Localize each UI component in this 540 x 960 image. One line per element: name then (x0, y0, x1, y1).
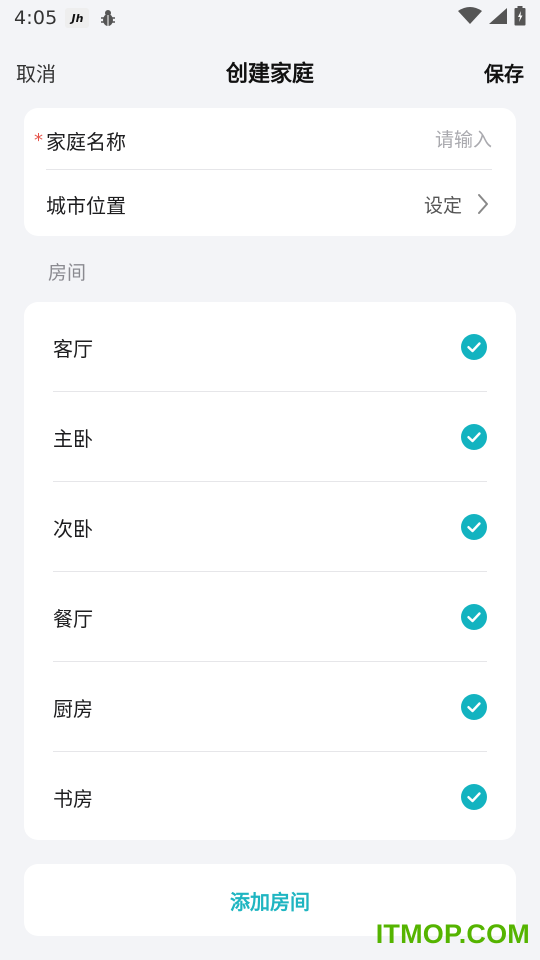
wifi-icon (458, 7, 482, 29)
watermark-logo: ITMOP.COM (375, 919, 530, 949)
checked-icon[interactable] (461, 694, 487, 720)
room-item[interactable]: 厨房 (53, 662, 487, 752)
save-button[interactable]: 保存 (484, 58, 524, 87)
room-name: 书房 (53, 786, 93, 811)
header: 取消 创建家庭 保存 (0, 44, 540, 100)
city-location-value: 设定 (423, 194, 462, 217)
city-location-row[interactable]: 城市位置 设定 (46, 172, 492, 236)
cancel-button[interactable]: 取消 (16, 58, 56, 87)
chevron-right-icon (476, 192, 492, 216)
required-mark: * (34, 129, 43, 151)
app-badge-icon: Jh (65, 8, 90, 28)
room-item[interactable]: 书房 (53, 752, 487, 842)
checked-icon[interactable] (461, 784, 487, 810)
room-name: 厨房 (53, 696, 93, 721)
checked-icon[interactable] (461, 334, 487, 360)
checked-icon[interactable] (461, 514, 487, 540)
room-name: 主卧 (53, 426, 93, 451)
room-item[interactable]: 餐厅 (53, 572, 487, 662)
room-name: 次卧 (53, 516, 93, 541)
family-name-label: 家庭名称 (46, 129, 126, 154)
battery-icon (514, 6, 526, 30)
add-room-label: 添加房间 (230, 889, 310, 914)
status-icons (458, 6, 526, 30)
room-item[interactable]: 客厅 (53, 302, 487, 392)
room-item[interactable]: 次卧 (53, 482, 487, 572)
city-location-label: 城市位置 (46, 193, 126, 218)
room-item[interactable]: 主卧 (53, 392, 487, 482)
checked-icon[interactable] (461, 424, 487, 450)
page-title: 创建家庭 (225, 62, 314, 87)
family-name-row[interactable]: * 家庭名称 (34, 108, 492, 172)
checked-icon[interactable] (461, 604, 487, 630)
status-bar: 4:05 Jh (0, 0, 540, 36)
signal-icon (488, 7, 508, 29)
room-name: 餐厅 (53, 606, 93, 631)
status-time: 4:05 (14, 7, 58, 29)
room-name: 客厅 (53, 336, 93, 361)
bug-icon (99, 9, 117, 27)
divider (46, 169, 492, 170)
rooms-section-label: 房间 (48, 262, 87, 284)
family-info-card: * 家庭名称 城市位置 设定 (24, 108, 516, 236)
rooms-card: 客厅 主卧 次卧 餐厅 厨房 书房 (24, 302, 516, 840)
family-name-input[interactable] (292, 129, 492, 151)
